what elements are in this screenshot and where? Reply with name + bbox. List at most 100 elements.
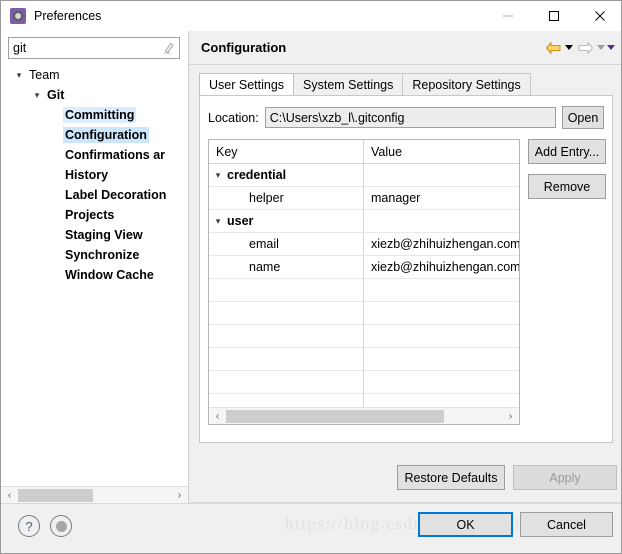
row-value <box>364 210 519 232</box>
restore-defaults-button[interactable]: Restore Defaults <box>397 465 505 490</box>
table-row[interactable]: helper manager <box>209 187 519 210</box>
tree-item-label: Team <box>29 68 60 82</box>
preferences-tree[interactable]: ▾ Team ▾ Git Committing Configuration Conf… <box>1 65 188 503</box>
row-key: user <box>227 214 254 228</box>
chevron-down-icon[interactable]: ▾ <box>209 170 227 181</box>
scroll-right-icon[interactable]: › <box>171 487 188 504</box>
table-row[interactable]: ▾ credential <box>209 164 519 187</box>
scroll-right-icon[interactable]: › <box>502 408 519 425</box>
tree-horizontal-scrollbar[interactable]: ‹ › <box>1 486 188 503</box>
table-horizontal-scrollbar[interactable]: ‹ › <box>209 407 519 424</box>
tree-item-label: Label Decoration <box>65 188 167 202</box>
table-row-empty[interactable] <box>209 325 519 348</box>
row-key: email <box>249 237 279 251</box>
tab-system-settings[interactable]: System Settings <box>293 73 404 95</box>
tree-item-label: Git <box>47 88 65 102</box>
tree-item-label: History <box>65 168 109 182</box>
table-row-empty[interactable] <box>209 348 519 371</box>
row-key: helper <box>249 191 284 205</box>
tree-item-staging-view[interactable]: Staging View <box>1 225 188 245</box>
table-row[interactable]: email xiezb@zhihuizhengan.com <box>209 233 519 256</box>
chevron-down-icon[interactable]: ▾ <box>11 70 27 81</box>
add-entry-button[interactable]: Add Entry... <box>528 139 606 164</box>
tab-repository-settings[interactable]: Repository Settings <box>402 73 531 95</box>
table-side-buttons: Add Entry... Remove <box>528 139 606 209</box>
tree-item-label: Projects <box>65 208 115 222</box>
tree-item-git[interactable]: ▾ Git <box>1 85 188 105</box>
row-key: credential <box>227 168 287 182</box>
tree-item-label: Committing <box>63 107 137 123</box>
tree-item-projects[interactable]: Projects <box>1 205 188 225</box>
back-arrow-icon[interactable] <box>543 38 563 58</box>
tree-item-label-decorations[interactable]: Label Decoration <box>1 185 188 205</box>
page-action-bar: Restore Defaults Apply <box>189 455 621 503</box>
page-title: Configuration <box>201 40 287 55</box>
tree-item-configuration[interactable]: Configuration <box>1 125 188 145</box>
preferences-tree-pane: ▾Team ▾Git Committing Configuration Conf… <box>1 31 189 503</box>
title-bar: Preferences <box>1 1 621 31</box>
key-cell: ▾ credential <box>209 168 363 182</box>
table-row-empty[interactable] <box>209 371 519 394</box>
configuration-page: Configuration User Settings System Setti… <box>189 31 621 455</box>
key-cell: ▾ user <box>209 214 363 228</box>
scroll-thumb[interactable] <box>18 488 93 502</box>
tree-item-synchronize[interactable]: Synchronize <box>1 245 188 265</box>
forward-arrow-icon <box>575 38 595 58</box>
ok-button[interactable]: OK <box>418 512 513 537</box>
remove-button[interactable]: Remove <box>528 174 606 199</box>
window-controls <box>485 1 621 31</box>
row-key: name <box>249 260 281 274</box>
scroll-left-icon[interactable]: ‹ <box>1 487 18 504</box>
forward-history-caret-down-icon <box>597 45 605 50</box>
table-row[interactable]: name xiezb@zhihuizhengan.com <box>209 256 519 279</box>
question-mark-icon[interactable]: ? <box>18 515 40 537</box>
close-button[interactable] <box>577 1 621 31</box>
cancel-button[interactable]: Cancel <box>520 512 613 537</box>
tree-item-label: Configuration <box>63 127 149 143</box>
scroll-thumb[interactable] <box>226 409 444 423</box>
back-history-caret-down-icon[interactable] <box>565 45 573 50</box>
search-input[interactable] <box>9 41 159 55</box>
tree-item-label: Staging View <box>65 228 143 242</box>
key-cell: name <box>209 260 363 274</box>
tree-item-window-cache[interactable]: Window Cache <box>1 265 188 285</box>
tab-panel-user-settings: Location: C:\Users\xzb_l\.gitconfig Open… <box>199 95 613 443</box>
page-menu-caret-down-icon[interactable] <box>607 45 615 50</box>
maximize-button[interactable] <box>531 1 577 31</box>
key-cell: email <box>209 237 363 251</box>
clear-eraser-icon[interactable] <box>159 38 179 58</box>
chevron-down-icon[interactable]: ▾ <box>209 216 227 227</box>
page-header: Configuration <box>189 31 621 65</box>
preferences-window: Preferences ▾Team ▾Git <box>0 0 622 554</box>
table-row-empty[interactable] <box>209 279 519 302</box>
open-button[interactable]: Open <box>562 106 604 129</box>
location-field[interactable]: C:\Users\xzb_l\.gitconfig <box>264 107 556 128</box>
tab-user-settings[interactable]: User Settings <box>199 73 295 95</box>
tree-item-label: Synchronize <box>65 248 140 262</box>
tree-item-committing[interactable]: Committing <box>1 105 188 125</box>
apply-button: Apply <box>513 465 617 490</box>
config-entries-table[interactable]: Key Value ▾ credential helper manager ▾ … <box>208 139 520 425</box>
filled-circle-icon[interactable] <box>50 515 72 537</box>
column-header-value[interactable]: Value <box>364 140 519 163</box>
row-value: manager <box>371 191 421 205</box>
window-title: Preferences <box>34 9 102 23</box>
tree-item-team[interactable]: ▾ Team <box>1 65 188 85</box>
table-row-empty[interactable] <box>209 302 519 325</box>
tree-item-history[interactable]: History <box>1 165 188 185</box>
preferences-gear-icon <box>10 8 26 24</box>
minimize-button[interactable] <box>485 1 531 31</box>
key-cell: helper <box>209 191 363 205</box>
column-header-key[interactable]: Key <box>209 140 364 163</box>
tree-item-label: Window Cache <box>65 268 154 282</box>
tree-item-label: Confirmations ar <box>65 148 166 162</box>
scroll-left-icon[interactable]: ‹ <box>209 408 226 425</box>
chevron-down-icon[interactable]: ▾ <box>29 90 45 101</box>
row-value: xiezb@zhihuizhengan.com <box>371 237 519 251</box>
location-label: Location: <box>208 110 259 125</box>
settings-tabs: User Settings System Settings Repository… <box>199 73 613 95</box>
filter-search-box[interactable] <box>8 37 180 59</box>
tree-item-confirmations[interactable]: Confirmations ar <box>1 145 188 165</box>
table-row[interactable]: ▾ user <box>209 210 519 233</box>
table-header: Key Value <box>209 140 519 164</box>
